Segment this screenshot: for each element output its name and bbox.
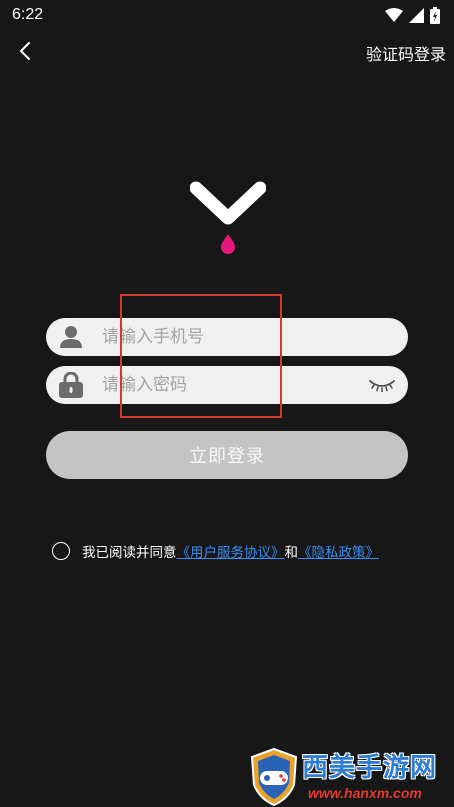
- header: 验证码登录: [0, 32, 454, 72]
- app-logo: [190, 181, 266, 254]
- status-icons: [385, 6, 440, 24]
- user-agreement-link[interactable]: 《用户服务协议》: [177, 541, 285, 561]
- agree-checkbox[interactable]: [52, 542, 70, 560]
- signal-icon: [409, 7, 424, 23]
- user-icon: [58, 324, 84, 350]
- lock-icon: [58, 372, 84, 398]
- watermark-title: 西美手游网: [302, 753, 438, 783]
- watermark-url: www.hanxm.com: [308, 785, 422, 801]
- eye-closed-icon[interactable]: [368, 374, 396, 396]
- wifi-icon: [385, 8, 403, 22]
- battery-icon: [430, 6, 440, 24]
- login-button[interactable]: 立即登录: [46, 431, 408, 479]
- highlight-annotation: [120, 294, 282, 418]
- agreement-row: 我已阅读并同意 《用户服务协议》 和 《隐私政策》: [52, 541, 379, 561]
- watermark: 西美手游网 www.hanxm.com: [248, 747, 448, 807]
- status-bar: 6:22: [0, 0, 454, 30]
- code-login-link[interactable]: 验证码登录: [366, 41, 446, 65]
- back-button[interactable]: [12, 36, 38, 66]
- agreement-prefix: 我已阅读并同意: [82, 545, 177, 561]
- chevron-left-icon: [20, 42, 30, 60]
- gamepad-shield-icon: [250, 747, 298, 807]
- agreement-conjunction: 和: [284, 545, 299, 561]
- privacy-policy-link[interactable]: 《隐私政策》: [298, 541, 379, 561]
- status-time: 6:22: [12, 6, 44, 23]
